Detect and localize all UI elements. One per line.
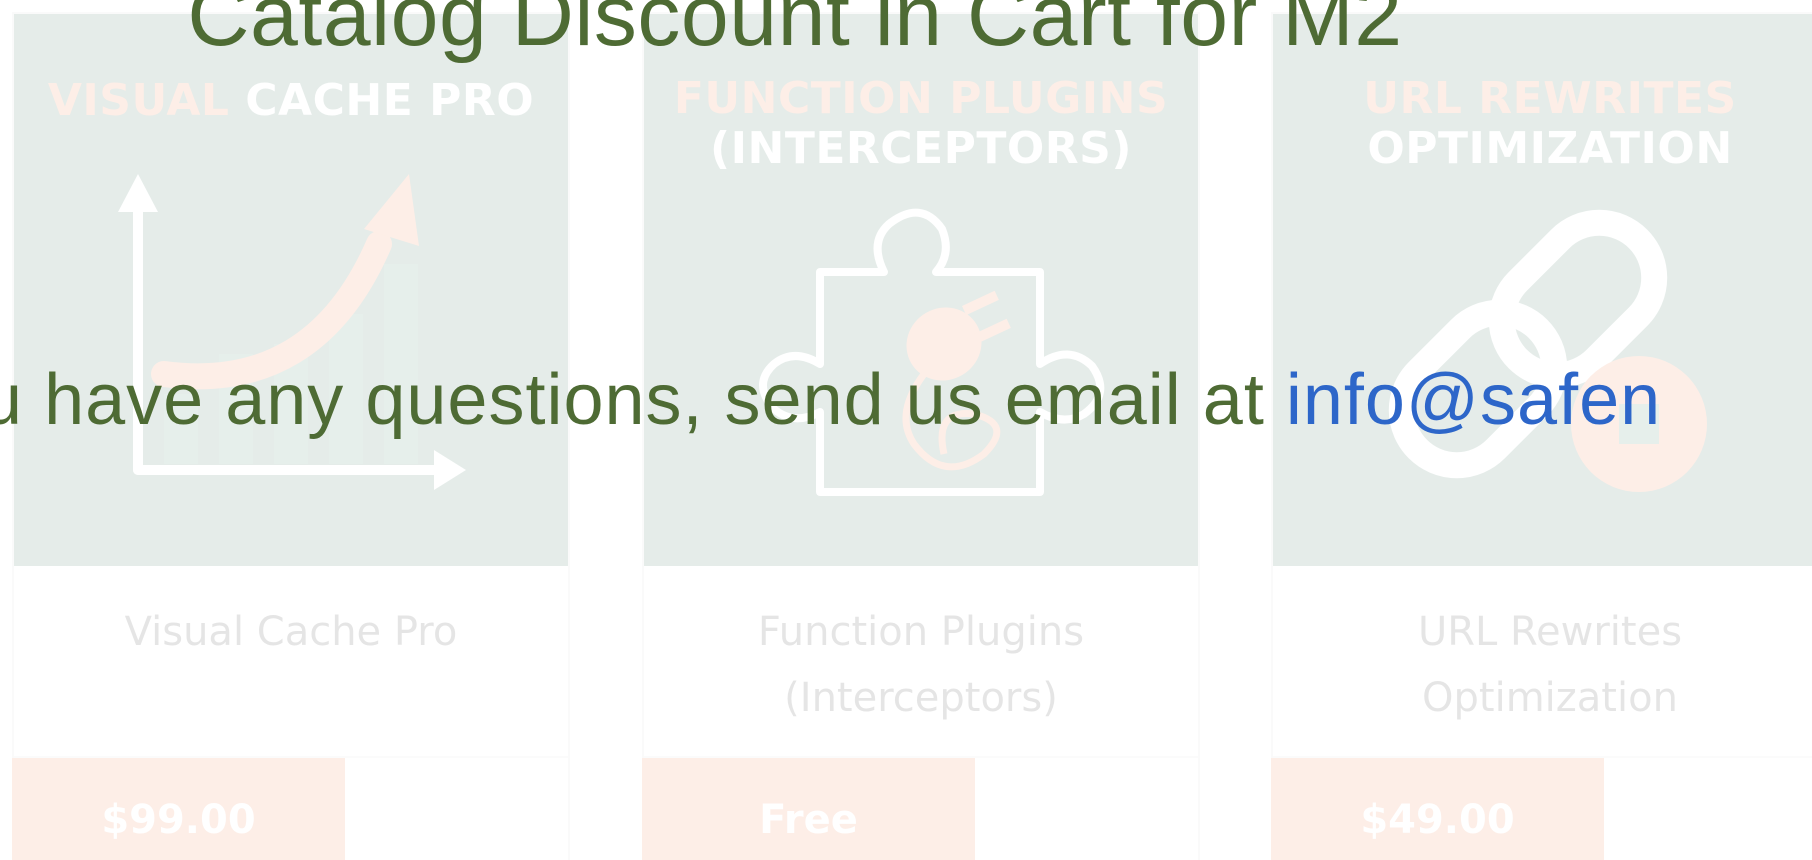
- page: VISUAL CACHE PRO Visual Cache Pro $99.00…: [0, 0, 1812, 860]
- growth-chart-icon: [118, 174, 466, 490]
- product-name-line: (Interceptors): [784, 675, 1058, 721]
- product-name[interactable]: URL Rewrites Optimization: [1273, 599, 1812, 731]
- contact-message: you have any questions, send us email at…: [0, 352, 1661, 448]
- product-name-line: URL Rewrites: [1417, 609, 1683, 655]
- product-name[interactable]: Function Plugins (Interceptors): [644, 599, 1198, 731]
- product-name-line: Visual Cache Pro: [124, 609, 458, 655]
- price-badge: $99.00: [12, 758, 345, 860]
- puzzle-plug-icon: [759, 208, 1105, 496]
- product-name-line: Optimization: [1422, 675, 1678, 721]
- product-name[interactable]: Visual Cache Pro: [14, 599, 568, 665]
- chain-link-icon: [1388, 209, 1707, 492]
- product-image[interactable]: FUNCTION PLUGINS (INTERCEPTORS): [644, 14, 1198, 566]
- contact-text: you have any questions, send us email at: [0, 360, 1265, 440]
- product-image[interactable]: URL REWRITES OPTIMIZATION: [1273, 14, 1812, 566]
- price-badge: $49.00: [1271, 758, 1604, 860]
- page-title: Catalog Discount in Cart for M2: [187, 0, 1403, 64]
- product-name-line: Function Plugins: [757, 609, 1085, 655]
- product-image[interactable]: VISUAL CACHE PRO: [14, 14, 568, 566]
- price-badge: Free: [642, 758, 975, 860]
- email-link[interactable]: info@safen: [1286, 360, 1661, 440]
